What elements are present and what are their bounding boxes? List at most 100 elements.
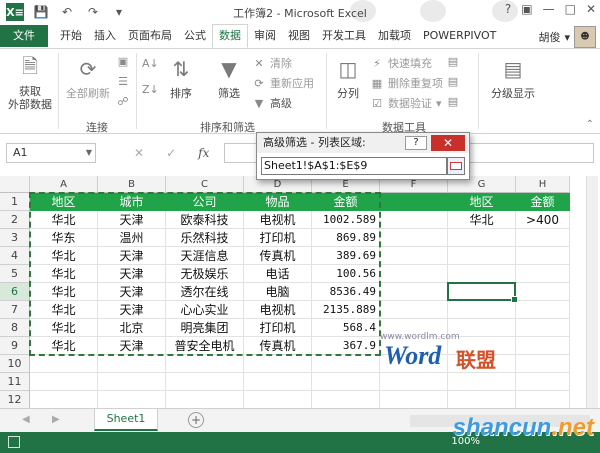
table-cell[interactable]: 华北 xyxy=(30,319,98,337)
row-header-1[interactable]: 1 xyxy=(0,193,30,211)
table-cell[interactable]: 心心实业 xyxy=(166,301,244,319)
collapse-ribbon-icon[interactable]: ⌃ xyxy=(586,119,594,130)
active-cell-g6[interactable] xyxy=(447,282,518,303)
table-cell[interactable]: 无极娱乐 xyxy=(166,265,244,283)
table-cell[interactable]: 华北 xyxy=(30,283,98,301)
table-cell[interactable]: 8536.49 xyxy=(312,283,380,301)
criteria-header-cell[interactable]: 地区 xyxy=(448,193,516,211)
what-if-button[interactable]: ▤ xyxy=(446,75,460,88)
grid-cell[interactable] xyxy=(166,355,244,373)
tab-0[interactable]: 文件 xyxy=(0,25,48,47)
consolidate-button[interactable]: ▤ xyxy=(446,55,460,68)
grid-cell[interactable] xyxy=(516,265,570,283)
table-cell[interactable]: 869.89 xyxy=(312,229,380,247)
user-name[interactable]: 胡俊 xyxy=(538,29,560,45)
grid-cell[interactable] xyxy=(380,247,448,265)
row-header-6[interactable]: 6 xyxy=(0,283,30,301)
grid-cell[interactable] xyxy=(516,373,570,391)
table-cell[interactable]: 天津 xyxy=(98,283,166,301)
dialog-close-button[interactable]: ✕ xyxy=(431,135,465,151)
user-dropdown-icon[interactable]: ▾ xyxy=(564,31,570,44)
grid-cell[interactable] xyxy=(98,355,166,373)
tab-6[interactable]: 审阅 xyxy=(248,25,282,47)
cancel-entry-icon[interactable]: ✕ xyxy=(134,146,144,160)
tab-5[interactable]: 数据 xyxy=(212,24,248,48)
dialog-help-button[interactable]: ? xyxy=(405,136,427,150)
row-header-7[interactable]: 7 xyxy=(0,301,30,319)
table-cell[interactable]: 568.4 xyxy=(312,319,380,337)
grid-cell[interactable] xyxy=(380,391,448,409)
table-cell[interactable]: 普安全电机 xyxy=(166,337,244,355)
table-header-cell[interactable]: 金额 xyxy=(312,193,380,211)
scroll-sheets-left-icon[interactable]: ◀ xyxy=(22,414,30,425)
tab-1[interactable]: 开始 xyxy=(54,25,88,47)
grid-cell[interactable] xyxy=(30,355,98,373)
grid-cell[interactable] xyxy=(380,193,448,211)
tab-2[interactable]: 插入 xyxy=(88,25,122,47)
data-validation-button[interactable]: ☑ 数据验证 ▾ xyxy=(370,95,441,111)
filter-button[interactable]: ▼ 筛选 xyxy=(212,55,246,101)
grid-cell[interactable] xyxy=(448,265,516,283)
maximize-icon[interactable]: □ xyxy=(565,2,576,16)
name-box[interactable]: A1 ▼ xyxy=(6,143,96,163)
table-cell[interactable]: 电视机 xyxy=(244,301,312,319)
column-header-c[interactable]: C xyxy=(166,176,244,193)
grid-cell[interactable] xyxy=(516,319,570,337)
sort-az-button[interactable]: A↓ xyxy=(142,57,159,70)
table-header-cell[interactable]: 城市 xyxy=(98,193,166,211)
table-cell[interactable]: 天津 xyxy=(98,337,166,355)
grid-cell[interactable] xyxy=(312,355,380,373)
criteria-value-cell[interactable]: >400 xyxy=(516,211,570,229)
table-header-cell[interactable]: 物品 xyxy=(244,193,312,211)
tab-7[interactable]: 视图 xyxy=(282,25,316,47)
grid-cell[interactable] xyxy=(380,211,448,229)
row-header-12[interactable]: 12 xyxy=(0,391,30,409)
grid-cell[interactable] xyxy=(448,391,516,409)
table-cell[interactable]: 乐然科技 xyxy=(166,229,244,247)
scroll-sheets-right-icon[interactable]: ▶ xyxy=(52,414,60,425)
confirm-entry-icon[interactable]: ✓ xyxy=(166,146,176,160)
sort-button[interactable]: ⇅ 排序 xyxy=(164,55,198,101)
grid-cell[interactable] xyxy=(166,391,244,409)
table-cell[interactable]: 北京 xyxy=(98,319,166,337)
remove-duplicates-button[interactable]: ▦ 删除重复项 xyxy=(370,75,443,91)
table-cell[interactable]: 透尔在线 xyxy=(166,283,244,301)
grid-cell[interactable] xyxy=(516,301,570,319)
grid-cell[interactable] xyxy=(244,355,312,373)
tab-10[interactable]: POWERPIVOT xyxy=(417,25,502,47)
outline-button[interactable]: ▤ 分级显示 xyxy=(482,55,544,101)
tab-9[interactable]: 加载项 xyxy=(372,25,417,47)
table-cell[interactable]: 华东 xyxy=(30,229,98,247)
table-cell[interactable]: 华北 xyxy=(30,265,98,283)
grid-cell[interactable] xyxy=(98,391,166,409)
table-cell[interactable]: 传真机 xyxy=(244,337,312,355)
table-cell[interactable]: 华北 xyxy=(30,301,98,319)
table-cell[interactable]: 华北 xyxy=(30,247,98,265)
flash-fill-button[interactable]: ⚡ 快速填充 xyxy=(370,55,432,71)
grid-cell[interactable] xyxy=(448,301,516,319)
row-header-8[interactable]: 8 xyxy=(0,319,30,337)
advanced-filter-button[interactable]: ▼ 高级 xyxy=(252,95,292,111)
relationships-button[interactable]: ▤ xyxy=(446,95,460,108)
grid-cell[interactable] xyxy=(30,391,98,409)
grid-cell[interactable] xyxy=(30,373,98,391)
table-cell[interactable]: 天津 xyxy=(98,247,166,265)
row-header-5[interactable]: 5 xyxy=(0,265,30,283)
vertical-scrollbar[interactable] xyxy=(586,176,598,409)
table-cell[interactable]: 打印机 xyxy=(244,319,312,337)
table-header-cell[interactable]: 公司 xyxy=(166,193,244,211)
table-cell[interactable]: 389.69 xyxy=(312,247,380,265)
row-header-4[interactable]: 4 xyxy=(0,247,30,265)
row-header-3[interactable]: 3 xyxy=(0,229,30,247)
row-header-10[interactable]: 10 xyxy=(0,355,30,373)
column-header-a[interactable]: A xyxy=(30,176,98,193)
table-cell[interactable]: 100.56 xyxy=(312,265,380,283)
grid-cell[interactable] xyxy=(516,247,570,265)
sheet-tab-sheet1[interactable]: Sheet1 xyxy=(94,409,158,431)
properties-button[interactable]: ☰ xyxy=(116,75,130,88)
grid-cell[interactable] xyxy=(380,283,448,301)
new-sheet-button[interactable]: + xyxy=(188,412,204,428)
grid-cell[interactable] xyxy=(448,373,516,391)
table-cell[interactable]: 天涯信息 xyxy=(166,247,244,265)
grid-cell[interactable] xyxy=(448,247,516,265)
